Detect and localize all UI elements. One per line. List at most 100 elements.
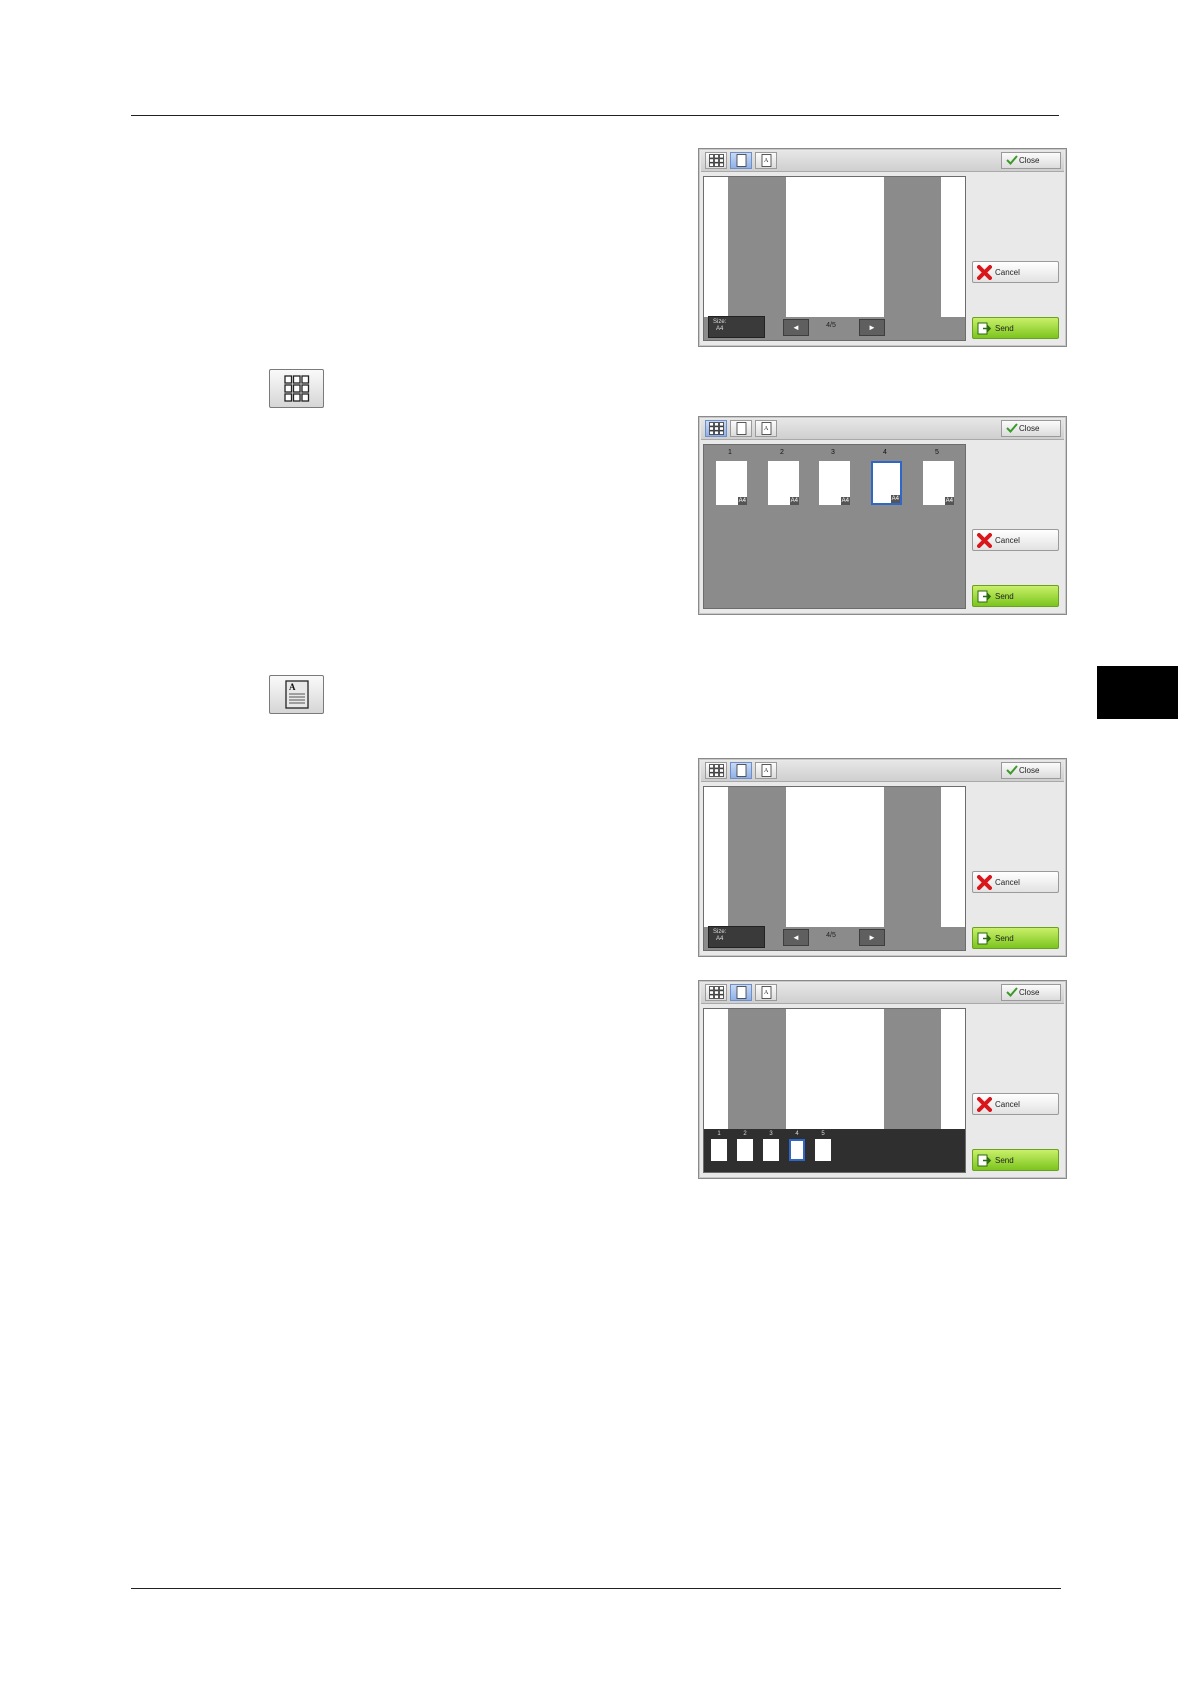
header-rule [131,115,1059,116]
previous-page-button[interactable]: ◄ [783,319,809,336]
svg-text:A: A [764,990,769,996]
thumbnail-page: A4 [768,461,799,505]
thumbnail-page: A4 [819,461,850,505]
current-page [786,787,884,927]
thumbnail-page: A4 [716,461,747,505]
page-view-button[interactable] [730,420,752,437]
preview-screen-page-view: A Close Size: A4 ◄ 4/5 ► Cancel Send [698,148,1067,347]
page-strip: 1 2 3 4 5 [704,1129,965,1172]
send-label: Send [995,1156,1014,1165]
close-button[interactable]: Close [1001,420,1061,437]
send-label: Send [995,324,1014,333]
thumbnail-view-button[interactable] [705,152,727,169]
send-button[interactable]: Send [972,927,1059,949]
thumbnail-view-button[interactable] [705,762,727,779]
cancel-label: Cancel [995,1100,1020,1109]
page-indicator: 4/5 [826,322,836,329]
svg-text:A: A [764,426,769,432]
single-page-icon: A [285,680,309,709]
thumbnail-mode-icon [269,369,324,408]
preview-screen-page-strip-view: A Close 1 2 3 4 5 Cancel Send [698,980,1067,1179]
strip-page-number: 3 [769,1131,773,1137]
cancel-button[interactable]: Cancel [972,529,1059,551]
strip-page[interactable] [763,1139,779,1161]
cancel-label: Cancel [995,268,1020,277]
preview-screen-thumbnail-view: A Close 1 A4 2 A4 3 A4 4 A4 5 A4 Cancel [698,416,1067,615]
text-view-button[interactable]: A [755,152,777,169]
thumbnail-grid-icon [709,422,724,435]
next-page-edge [941,177,965,317]
send-button[interactable]: Send [972,585,1059,607]
strip-page-number: 4 [795,1131,799,1137]
svg-text:A: A [764,768,769,774]
next-page-edge [941,787,965,927]
strip-page[interactable] [737,1139,753,1161]
previous-page-edge [704,1009,728,1149]
chapter-tab [1097,666,1178,719]
red-x-icon [977,265,992,280]
thumbnail-view-button[interactable] [705,984,727,1001]
page-viewer: Size: A4 ◄ 4/5 ► [703,176,966,341]
page-view-button[interactable] [730,152,752,169]
current-page [786,1009,884,1149]
svg-text:A: A [764,158,769,164]
thumbnail-page: A4 [871,461,902,505]
next-page-button[interactable]: ► [859,319,885,336]
text-page-icon: A [761,154,772,167]
send-label: Send [995,592,1014,601]
strip-page-number: 5 [821,1131,825,1137]
cancel-button[interactable]: Cancel [972,261,1059,283]
thumbnail-viewer: 1 A4 2 A4 3 A4 4 A4 5 A4 [703,444,966,609]
text-page-icon: A [761,986,772,999]
next-page-edge [941,1009,965,1149]
cancel-label: Cancel [995,878,1020,887]
size-badge: A4 [890,495,900,503]
view-toolbar: A Close [701,761,1064,782]
strip-page[interactable] [711,1139,727,1161]
size-label: Size: [713,929,727,935]
page-viewer: 1 2 3 4 5 [703,1008,966,1173]
send-button[interactable]: Send [972,317,1059,339]
size-indicator: Size: A4 [708,316,765,338]
size-value: A4 [716,326,724,332]
page-viewer: Size: A4 ◄ 4/5 ► [703,786,966,951]
thumbnail-number: 4 [883,449,887,456]
single-page-icon [736,422,747,435]
send-arrow-icon [977,1154,992,1167]
current-page [786,177,884,317]
strip-page[interactable] [815,1139,831,1161]
close-label: Close [1019,766,1040,775]
close-label: Close [1019,988,1040,997]
size-badge: A4 [840,497,850,505]
single-page-icon [736,764,747,777]
preview-screen-page-view: A Close Size: A4 ◄ 4/5 ► Cancel Send [698,758,1067,957]
page-view-button[interactable] [730,762,752,779]
cancel-button[interactable]: Cancel [972,1093,1059,1115]
checkmark-icon [1006,765,1018,775]
close-button[interactable]: Close [1001,762,1061,779]
previous-page-button[interactable]: ◄ [783,929,809,946]
red-x-icon [977,875,992,890]
size-badge: A4 [789,497,799,505]
page-view-button[interactable] [730,984,752,1001]
cancel-label: Cancel [995,536,1020,545]
send-button[interactable]: Send [972,1149,1059,1171]
next-page-button[interactable]: ► [859,929,885,946]
text-view-button[interactable]: A [755,984,777,1001]
strip-page-selected[interactable] [789,1139,805,1161]
cancel-button[interactable]: Cancel [972,871,1059,893]
strip-page-number: 2 [743,1131,747,1137]
page-indicator: 4/5 [826,932,836,939]
text-view-button[interactable]: A [755,420,777,437]
send-arrow-icon [977,932,992,945]
text-view-button[interactable]: A [755,762,777,779]
size-indicator: Size: A4 [708,926,765,948]
thumbnail-grid-icon [709,764,724,777]
red-x-icon [977,1097,992,1112]
thumbnail-view-button[interactable] [705,420,727,437]
close-button[interactable]: Close [1001,152,1061,169]
close-button[interactable]: Close [1001,984,1061,1001]
send-arrow-icon [977,590,992,603]
view-toolbar: A Close [701,419,1064,440]
send-label: Send [995,934,1014,943]
